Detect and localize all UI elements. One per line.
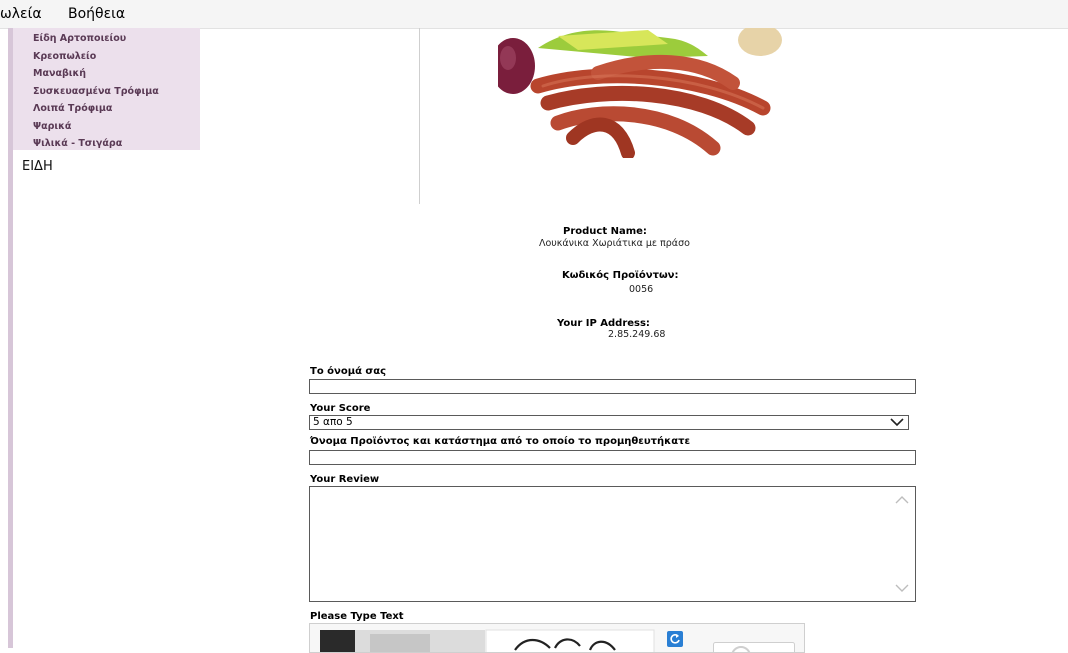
- product-photo: [498, 28, 788, 158]
- category-fish[interactable]: Ψαρικά: [33, 121, 71, 132]
- product-code-label: Κωδικός Προϊόντων:: [562, 270, 678, 281]
- chevron-down-icon: [890, 417, 904, 427]
- items-heading: ΕΙΔΗ: [22, 159, 53, 174]
- category-bakery[interactable]: Είδη Αρτοποιείου: [33, 33, 126, 44]
- ip-address-label: Your IP Address:: [557, 318, 650, 329]
- product-store-input[interactable]: [309, 450, 916, 465]
- your-name-input[interactable]: [309, 379, 916, 394]
- sausage-4: [573, 124, 628, 153]
- your-score-label: Your Score: [310, 403, 370, 414]
- product-name-label: Product Name:: [563, 226, 647, 237]
- scroll-down-icon[interactable]: [895, 583, 909, 593]
- captcha-label: Please Type Text: [310, 611, 404, 622]
- category-packaged[interactable]: Συσκευασμένα Τρόφιμα: [33, 86, 159, 97]
- category-greengrocer[interactable]: Μαναβική: [33, 68, 86, 79]
- category-kiosk[interactable]: Ψιλικά - Τσιγάρα: [33, 138, 122, 149]
- ip-address-value: 2.85.249.68: [608, 329, 665, 340]
- your-review-label: Your Review: [310, 474, 379, 485]
- category-panel: Είδη Αρτοποιείου Κρεοπωλείο Μαναβική Συσ…: [13, 28, 200, 150]
- captcha-widget: [309, 623, 805, 653]
- review-textarea[interactable]: [309, 486, 916, 602]
- sausages: [538, 62, 763, 153]
- vertical-divider: [419, 28, 420, 204]
- garlic-shape: [738, 28, 782, 56]
- category-butcher[interactable]: Κρεοπωλείο: [33, 51, 96, 62]
- product-code-value: 0056: [629, 284, 653, 295]
- scroll-up-icon[interactable]: [895, 495, 909, 505]
- refresh-icon[interactable]: [667, 631, 683, 647]
- menu-item-help[interactable]: Βοήθεια: [68, 0, 125, 28]
- score-select-value: 5 απο 5: [313, 416, 353, 429]
- your-name-label: Το όνομά σας: [310, 366, 386, 377]
- product-name-value: Λουκάνικα Χωριάτικα με πράσο: [539, 238, 690, 249]
- menu-bar: ωλεία Βοήθεια: [0, 0, 1068, 29]
- onion-highlight: [500, 46, 516, 70]
- category-other-foods[interactable]: Λοιπά Τρόφιμα: [33, 103, 112, 114]
- score-select[interactable]: 5 απο 5: [309, 415, 909, 430]
- menu-item-tools[interactable]: ωλεία: [0, 0, 42, 28]
- product-store-label: Όνομα Προϊόντος και κατάστημα από το οπο…: [310, 436, 690, 447]
